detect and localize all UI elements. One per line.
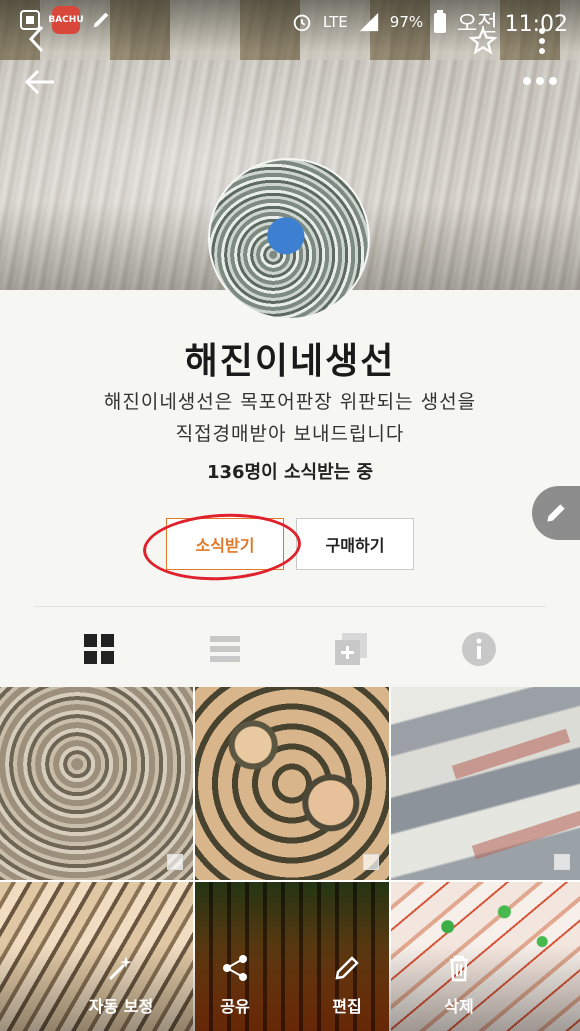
app-badge: BACHU — [48, 6, 84, 34]
share-label: 공유 — [220, 997, 250, 1016]
alarm-icon — [293, 14, 311, 32]
network-type: LTE — [322, 13, 348, 31]
buy-button[interactable]: 구매하기 — [296, 518, 414, 570]
magic-wand-icon — [108, 956, 132, 981]
pen-notification-icon — [93, 12, 109, 28]
auto-correct-label: 자동 보정 — [88, 997, 154, 1016]
share-button[interactable]: 공유 — [190, 953, 280, 1017]
select-checkbox[interactable] — [363, 854, 379, 870]
trash-icon — [450, 955, 468, 982]
signal-icon — [359, 12, 378, 32]
more-vertical-icon[interactable] — [532, 24, 552, 58]
profile-section: 해진이네생선 해진이네생선은 목포어판장 위판되는 생선을 직접경매받아 보내드… — [0, 290, 580, 690]
edit-button[interactable]: 편집 — [302, 953, 392, 1017]
auto-correct-button[interactable]: 자동 보정 — [76, 953, 166, 1017]
store-description: 해진이네생선은 목포어판장 위판되는 생선을 직접경매받아 보내드립니다 — [60, 386, 520, 450]
photo-tile[interactable] — [195, 687, 389, 880]
photo-detail — [451, 728, 571, 780]
list-icon[interactable] — [208, 632, 242, 666]
view-tabs — [0, 620, 580, 680]
grid-icon[interactable] — [82, 632, 116, 666]
pencil-icon[interactable] — [532, 486, 580, 540]
battery-percent: 97% — [389, 13, 424, 31]
add-album-icon[interactable] — [334, 632, 368, 666]
divider — [34, 606, 546, 607]
battery-icon — [434, 10, 447, 33]
store-description-line2: 직접경매받아 보내드립니다 — [175, 423, 405, 445]
status-right: LTE 97% 오전 11:02 — [291, 6, 568, 38]
info-icon[interactable] — [462, 632, 496, 666]
subscriber-count: 136명이 소식받는 중 — [206, 462, 374, 483]
delete-button[interactable]: 삭제 — [414, 953, 504, 1017]
action-bar: 자동 보정 공유 편집 삭제 — [0, 945, 580, 1031]
select-checkbox[interactable] — [167, 854, 183, 870]
edit-icon — [335, 956, 359, 980]
share-icon — [223, 955, 247, 981]
delete-label: 삭제 — [444, 997, 474, 1016]
arrow-left-icon[interactable] — [20, 62, 60, 102]
more-horizontal-icon[interactable] — [520, 66, 560, 96]
store-name: 해진이네생선 — [184, 341, 396, 382]
edit-label: 편집 — [332, 997, 362, 1016]
photo-tile[interactable] — [391, 687, 580, 880]
chevron-left-icon[interactable] — [22, 22, 52, 56]
avatar[interactable] — [208, 158, 370, 320]
store-description-line1: 해진이네생선은 목포어판장 위판되는 생선을 — [103, 391, 477, 413]
photo-detail — [471, 808, 580, 860]
star-icon[interactable] — [466, 24, 500, 58]
select-checkbox[interactable] — [554, 854, 570, 870]
photo-tile[interactable] — [0, 687, 193, 880]
